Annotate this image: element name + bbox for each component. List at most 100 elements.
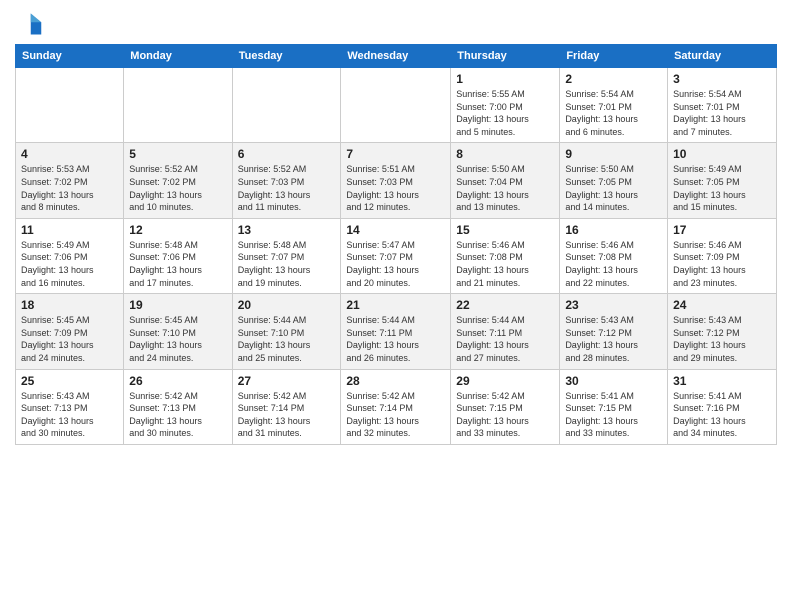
day-info: Sunrise: 5:43 AM Sunset: 7:12 PM Dayligh… [673,314,771,364]
calendar-cell: 15 Sunrise: 5:46 AM Sunset: 7:08 PM Dayli… [451,218,560,293]
day-info: Sunrise: 5:48 AM Sunset: 7:07 PM Dayligh… [238,239,336,289]
day-number: 29 [456,374,554,388]
calendar-header-thursday: Thursday [451,45,560,68]
day-info: Sunrise: 5:43 AM Sunset: 7:13 PM Dayligh… [21,390,118,440]
day-number: 19 [129,298,226,312]
calendar-cell [16,68,124,143]
calendar-cell: 3 Sunrise: 5:54 AM Sunset: 7:01 PM Daylig… [668,68,777,143]
calendar-cell: 22 Sunrise: 5:44 AM Sunset: 7:11 PM Dayli… [451,294,560,369]
calendar-cell: 23Sunrise: 5:43 AM Sunset: 7:12 PM Dayli… [560,294,668,369]
calendar-header-friday: Friday [560,45,668,68]
day-number: 6 [238,147,336,161]
day-number: 28 [346,374,445,388]
day-info: Sunrise: 5:42 AM Sunset: 7:13 PM Dayligh… [129,390,226,440]
calendar-cell [124,68,232,143]
calendar-cell: 4Sunrise: 5:53 AM Sunset: 7:02 PM Daylig… [16,143,124,218]
calendar-week-5: 25 Sunrise: 5:43 AM Sunset: 7:13 PM Dayli… [16,369,777,444]
day-info: Sunrise: 5:45 AM Sunset: 7:10 PM Dayligh… [129,314,226,364]
calendar-cell: 7Sunrise: 5:51 AM Sunset: 7:03 PM Daylig… [341,143,451,218]
calendar-header-tuesday: Tuesday [232,45,341,68]
day-number: 16 [565,223,662,237]
day-info: Sunrise: 5:44 AM Sunset: 7:10 PM Dayligh… [238,314,336,364]
day-info: Sunrise: 5:42 AM Sunset: 7:14 PM Dayligh… [238,390,336,440]
calendar-body: 1 Sunrise: 5:55 AM Sunset: 7:00 PM Daylig… [16,68,777,445]
day-number: 30 [565,374,662,388]
calendar-cell: 9 Sunrise: 5:50 AM Sunset: 7:05 PM Daylig… [560,143,668,218]
day-info: Sunrise: 5:48 AM Sunset: 7:06 PM Dayligh… [129,239,226,289]
day-info: Sunrise: 5:55 AM Sunset: 7:00 PM Dayligh… [456,88,554,138]
day-info: Sunrise: 5:46 AM Sunset: 7:08 PM Dayligh… [456,239,554,289]
day-number: 11 [21,223,118,237]
calendar-cell: 16Sunrise: 5:46 AM Sunset: 7:08 PM Dayli… [560,218,668,293]
calendar-cell: 6 Sunrise: 5:52 AM Sunset: 7:03 PM Daylig… [232,143,341,218]
day-number: 26 [129,374,226,388]
day-number: 25 [21,374,118,388]
day-number: 21 [346,298,445,312]
calendar-cell: 29 Sunrise: 5:42 AM Sunset: 7:15 PM Dayli… [451,369,560,444]
calendar-header-monday: Monday [124,45,232,68]
day-info: Sunrise: 5:45 AM Sunset: 7:09 PM Dayligh… [21,314,118,364]
day-info: Sunrise: 5:52 AM Sunset: 7:03 PM Dayligh… [238,163,336,213]
calendar-cell: 8Sunrise: 5:50 AM Sunset: 7:04 PM Daylig… [451,143,560,218]
day-info: Sunrise: 5:49 AM Sunset: 7:05 PM Dayligh… [673,163,771,213]
calendar-cell: 28 Sunrise: 5:42 AM Sunset: 7:14 PM Dayli… [341,369,451,444]
day-number: 31 [673,374,771,388]
calendar-cell: 26 Sunrise: 5:42 AM Sunset: 7:13 PM Dayli… [124,369,232,444]
calendar-cell: 10 Sunrise: 5:49 AM Sunset: 7:05 PM Dayli… [668,143,777,218]
day-info: Sunrise: 5:42 AM Sunset: 7:14 PM Dayligh… [346,390,445,440]
day-number: 18 [21,298,118,312]
day-info: Sunrise: 5:51 AM Sunset: 7:03 PM Dayligh… [346,163,445,213]
calendar-week-1: 1 Sunrise: 5:55 AM Sunset: 7:00 PM Daylig… [16,68,777,143]
calendar-cell: 25 Sunrise: 5:43 AM Sunset: 7:13 PM Dayli… [16,369,124,444]
day-info: Sunrise: 5:44 AM Sunset: 7:11 PM Dayligh… [456,314,554,364]
day-info: Sunrise: 5:44 AM Sunset: 7:11 PM Dayligh… [346,314,445,364]
day-number: 14 [346,223,445,237]
day-number: 1 [456,72,554,86]
calendar-cell [232,68,341,143]
day-info: Sunrise: 5:42 AM Sunset: 7:15 PM Dayligh… [456,390,554,440]
day-number: 17 [673,223,771,237]
day-info: Sunrise: 5:43 AM Sunset: 7:12 PM Dayligh… [565,314,662,364]
day-number: 5 [129,147,226,161]
page-header [15,10,777,38]
day-info: Sunrise: 5:41 AM Sunset: 7:15 PM Dayligh… [565,390,662,440]
day-info: Sunrise: 5:54 AM Sunset: 7:01 PM Dayligh… [565,88,662,138]
day-number: 2 [565,72,662,86]
day-number: 20 [238,298,336,312]
calendar-cell: 19 Sunrise: 5:45 AM Sunset: 7:10 PM Dayli… [124,294,232,369]
calendar-week-2: 4Sunrise: 5:53 AM Sunset: 7:02 PM Daylig… [16,143,777,218]
calendar-cell: 12 Sunrise: 5:48 AM Sunset: 7:06 PM Dayli… [124,218,232,293]
day-info: Sunrise: 5:46 AM Sunset: 7:09 PM Dayligh… [673,239,771,289]
day-number: 13 [238,223,336,237]
calendar-cell: 11Sunrise: 5:49 AM Sunset: 7:06 PM Dayli… [16,218,124,293]
calendar-cell: 5 Sunrise: 5:52 AM Sunset: 7:02 PM Daylig… [124,143,232,218]
calendar-cell [341,68,451,143]
calendar-cell: 31 Sunrise: 5:41 AM Sunset: 7:16 PM Dayli… [668,369,777,444]
day-info: Sunrise: 5:52 AM Sunset: 7:02 PM Dayligh… [129,163,226,213]
day-info: Sunrise: 5:54 AM Sunset: 7:01 PM Dayligh… [673,88,771,138]
calendar-table: SundayMondayTuesdayWednesdayThursdayFrid… [15,44,777,445]
day-number: 22 [456,298,554,312]
calendar-cell: 1 Sunrise: 5:55 AM Sunset: 7:00 PM Daylig… [451,68,560,143]
day-number: 8 [456,147,554,161]
calendar-cell: 24Sunrise: 5:43 AM Sunset: 7:12 PM Dayli… [668,294,777,369]
day-number: 10 [673,147,771,161]
day-number: 27 [238,374,336,388]
calendar-cell: 2 Sunrise: 5:54 AM Sunset: 7:01 PM Daylig… [560,68,668,143]
calendar-cell: 17 Sunrise: 5:46 AM Sunset: 7:09 PM Dayli… [668,218,777,293]
calendar-cell: 14 Sunrise: 5:47 AM Sunset: 7:07 PM Dayli… [341,218,451,293]
calendar-cell: 18 Sunrise: 5:45 AM Sunset: 7:09 PM Dayli… [16,294,124,369]
day-number: 9 [565,147,662,161]
calendar-header-row: SundayMondayTuesdayWednesdayThursdayFrid… [16,45,777,68]
calendar-header-saturday: Saturday [668,45,777,68]
calendar-header-sunday: Sunday [16,45,124,68]
calendar-cell: 20 Sunrise: 5:44 AM Sunset: 7:10 PM Dayli… [232,294,341,369]
day-info: Sunrise: 5:41 AM Sunset: 7:16 PM Dayligh… [673,390,771,440]
calendar-week-4: 18 Sunrise: 5:45 AM Sunset: 7:09 PM Dayli… [16,294,777,369]
day-info: Sunrise: 5:50 AM Sunset: 7:05 PM Dayligh… [565,163,662,213]
calendar-header-wednesday: Wednesday [341,45,451,68]
day-number: 12 [129,223,226,237]
day-number: 3 [673,72,771,86]
day-info: Sunrise: 5:47 AM Sunset: 7:07 PM Dayligh… [346,239,445,289]
day-number: 15 [456,223,554,237]
